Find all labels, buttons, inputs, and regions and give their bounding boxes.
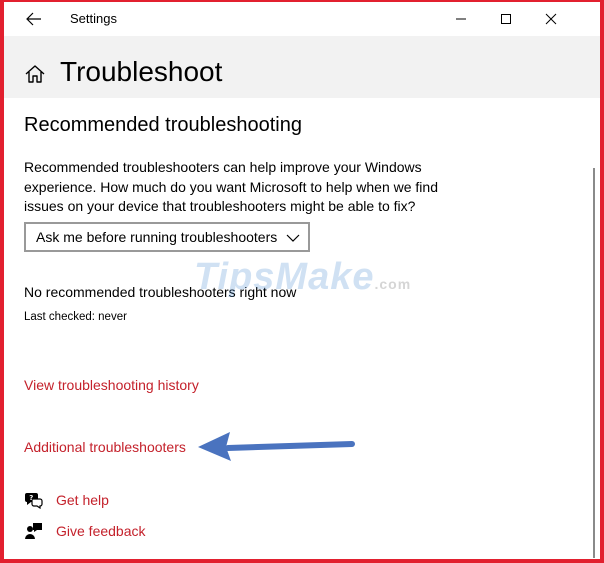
- additional-troubleshooters-link[interactable]: Additional troubleshooters: [24, 439, 186, 455]
- settings-window: Settings Troubleshoot Recommended troubl…: [0, 0, 604, 563]
- watermark-brand: TipsMake: [194, 256, 375, 298]
- feedback-person-icon: [25, 523, 42, 539]
- home-icon[interactable]: [24, 64, 46, 84]
- page-title: Troubleshoot: [60, 56, 223, 87]
- dropdown-selected-value: Ask me before running troubleshooters: [36, 229, 278, 245]
- chevron-down-icon: [286, 234, 300, 242]
- svg-text:?: ?: [29, 494, 33, 502]
- title-bar: Settings: [4, 2, 600, 36]
- page-header: Troubleshoot: [4, 36, 600, 98]
- scrollbar-thumb[interactable]: [593, 168, 595, 558]
- close-icon: [545, 13, 557, 25]
- back-arrow-icon: [26, 12, 41, 26]
- get-help-label: Get help: [56, 492, 109, 508]
- section-title: Recommended troubleshooting: [24, 114, 302, 136]
- give-feedback-label: Give feedback: [56, 523, 146, 539]
- section-description: Recommended troubleshooters can help imp…: [24, 159, 438, 214]
- vertical-scrollbar[interactable]: [588, 98, 600, 559]
- main-content: Recommended troubleshooting Recommended …: [4, 98, 588, 559]
- view-history-link[interactable]: View troubleshooting history: [24, 377, 199, 393]
- watermark-suffix: .com: [374, 276, 412, 292]
- annotation-arrow-icon: [198, 432, 355, 461]
- get-help-icon: ?: [25, 493, 43, 509]
- minimize-button[interactable]: [438, 2, 484, 36]
- minimize-icon: [456, 18, 466, 20]
- last-checked-text: Last checked: never: [24, 311, 127, 323]
- back-button[interactable]: [22, 8, 46, 30]
- troubleshoot-preference-dropdown[interactable]: Ask me before running troubleshooters: [24, 222, 310, 252]
- maximize-button[interactable]: [483, 2, 529, 36]
- maximize-icon: [501, 14, 511, 24]
- window-title: Settings: [70, 11, 117, 26]
- watermark: TipsMake.com: [194, 256, 411, 299]
- close-button[interactable]: [528, 2, 574, 36]
